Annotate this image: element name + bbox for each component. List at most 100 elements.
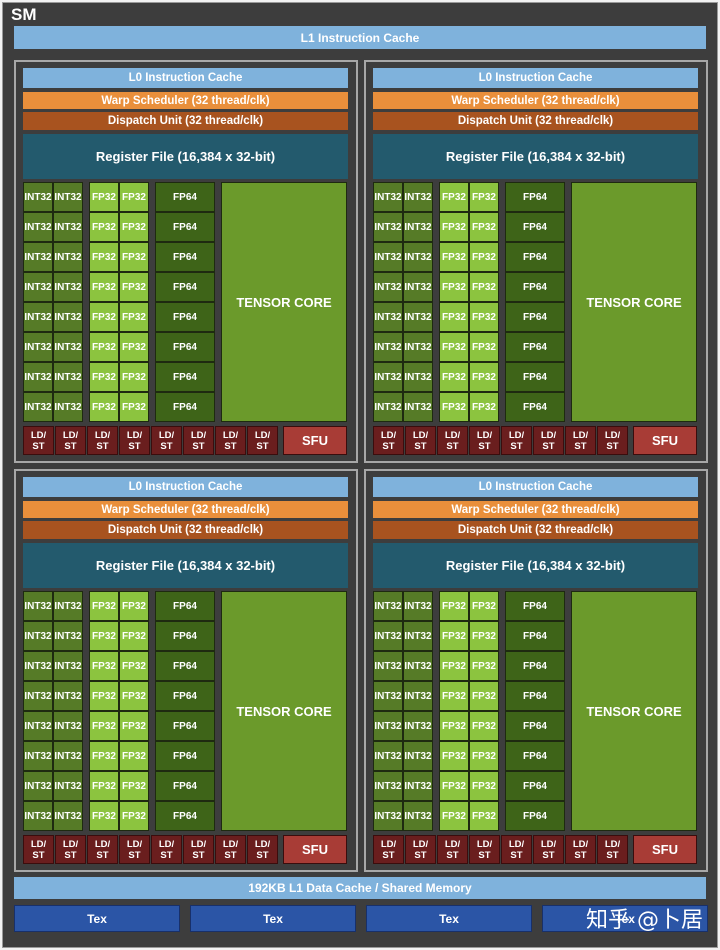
fp32-unit: FP32 — [469, 182, 499, 212]
fp64-unit: FP64 — [505, 242, 565, 272]
ld-st-unit: LD/ ST — [119, 835, 150, 864]
fp32-unit: FP32 — [439, 621, 469, 651]
fp32-unit: FP32 — [119, 771, 149, 801]
fp64-unit: FP64 — [155, 302, 215, 332]
int32-unit: INT32 — [403, 591, 433, 621]
ld-st-unit: LD/ ST — [469, 426, 500, 455]
fp32-unit: FP32 — [469, 332, 499, 362]
dispatch-unit: Dispatch Unit (32 thread/clk) — [373, 521, 698, 539]
fp64-unit: FP64 — [505, 212, 565, 242]
ld-st-unit: LD/ ST — [87, 426, 118, 455]
fp32-unit: FP32 — [439, 392, 469, 422]
warp-scheduler: Warp Scheduler (32 thread/clk) — [23, 92, 348, 109]
int32-unit: INT32 — [403, 182, 433, 212]
fp32-unit: FP32 — [439, 212, 469, 242]
fp64-unit: FP64 — [155, 741, 215, 771]
fp64-unit: FP64 — [155, 272, 215, 302]
int32-unit: INT32 — [23, 182, 53, 212]
int32-unit: INT32 — [53, 681, 83, 711]
tensor-core: TENSOR CORE — [221, 182, 347, 422]
fp32-unit: FP32 — [439, 362, 469, 392]
fp32-unit: FP32 — [469, 362, 499, 392]
ld-st-unit: LD/ ST — [373, 835, 404, 864]
int32-unit: INT32 — [373, 272, 403, 302]
ld-st-unit: LD/ ST — [183, 426, 214, 455]
ld-st-unit: LD/ ST — [23, 835, 54, 864]
processing-block-2: L0 Instruction Cache Warp Scheduler (32 t… — [364, 60, 708, 463]
fp32-unit: FP32 — [469, 302, 499, 332]
int32-unit: INT32 — [23, 681, 53, 711]
ld-st-unit: LD/ ST — [501, 426, 532, 455]
register-file: Register File (16,384 x 32-bit) — [23, 134, 348, 179]
fp32-unit: FP32 — [89, 651, 119, 681]
fp32-unit: FP32 — [119, 711, 149, 741]
int32-unit: INT32 — [403, 651, 433, 681]
ld-st-unit: LD/ ST — [215, 835, 246, 864]
int32-unit: INT32 — [53, 741, 83, 771]
fp32-unit: FP32 — [119, 182, 149, 212]
fp64-unit: FP64 — [505, 681, 565, 711]
fp32-unit: FP32 — [89, 621, 119, 651]
int32-unit: INT32 — [373, 681, 403, 711]
ld-st-unit: LD/ ST — [119, 426, 150, 455]
fp32-unit: FP32 — [439, 681, 469, 711]
ld-st-unit: LD/ ST — [405, 426, 436, 455]
int32-unit: INT32 — [53, 242, 83, 272]
ld-st-unit: LD/ ST — [247, 835, 278, 864]
fp32-unit: FP32 — [89, 332, 119, 362]
fp32-unit: FP32 — [119, 801, 149, 831]
int32-unit: INT32 — [403, 681, 433, 711]
int32-unit: INT32 — [23, 212, 53, 242]
fp64-unit: FP64 — [505, 651, 565, 681]
fp64-unit: FP64 — [505, 362, 565, 392]
int32-unit: INT32 — [53, 621, 83, 651]
ld-st-unit: LD/ ST — [87, 835, 118, 864]
fp32-unit: FP32 — [119, 272, 149, 302]
warp-scheduler: Warp Scheduler (32 thread/clk) — [23, 501, 348, 518]
int32-unit: INT32 — [373, 651, 403, 681]
int32-unit: INT32 — [403, 302, 433, 332]
watermark: 知乎 @卜居 — [586, 908, 703, 933]
fp32-unit: FP32 — [469, 392, 499, 422]
fp32-unit: FP32 — [119, 242, 149, 272]
fp32-unit: FP32 — [469, 711, 499, 741]
fp32-unit: FP32 — [119, 362, 149, 392]
fp32-unit: FP32 — [89, 242, 119, 272]
fp32-unit: FP32 — [469, 621, 499, 651]
int32-unit: INT32 — [373, 591, 403, 621]
register-file: Register File (16,384 x 32-bit) — [23, 543, 348, 588]
fp32-unit: FP32 — [469, 242, 499, 272]
int32-unit: INT32 — [23, 302, 53, 332]
fp64-unit: FP64 — [505, 302, 565, 332]
fp64-unit: FP64 — [505, 272, 565, 302]
ld-st-unit: LD/ ST — [151, 835, 182, 864]
int32-unit: INT32 — [373, 741, 403, 771]
tensor-core: TENSOR CORE — [571, 591, 697, 831]
warp-scheduler: Warp Scheduler (32 thread/clk) — [373, 501, 698, 518]
ld-st-unit: LD/ ST — [215, 426, 246, 455]
fp32-unit: FP32 — [439, 801, 469, 831]
fp64-unit: FP64 — [155, 242, 215, 272]
int32-unit: INT32 — [53, 272, 83, 302]
int32-unit: INT32 — [23, 591, 53, 621]
int32-unit: INT32 — [53, 182, 83, 212]
ld-st-unit: LD/ ST — [55, 835, 86, 864]
fp32-unit: FP32 — [439, 771, 469, 801]
int32-unit: INT32 — [23, 362, 53, 392]
ld-st-unit: LD/ ST — [533, 426, 564, 455]
fp64-unit: FP64 — [505, 182, 565, 212]
fp64-unit: FP64 — [155, 591, 215, 621]
tex-unit: Tex — [366, 905, 532, 932]
int32-unit: INT32 — [53, 801, 83, 831]
int32-unit: INT32 — [23, 651, 53, 681]
fp32-unit: FP32 — [119, 591, 149, 621]
fp32-unit: FP32 — [439, 302, 469, 332]
int32-unit: INT32 — [53, 362, 83, 392]
tex-unit: Tex — [14, 905, 180, 932]
ld-st-unit: LD/ ST — [373, 426, 404, 455]
fp64-unit: FP64 — [155, 212, 215, 242]
int32-unit: INT32 — [403, 621, 433, 651]
fp32-unit: FP32 — [89, 711, 119, 741]
fp32-unit: FP32 — [439, 182, 469, 212]
fp32-unit: FP32 — [469, 591, 499, 621]
